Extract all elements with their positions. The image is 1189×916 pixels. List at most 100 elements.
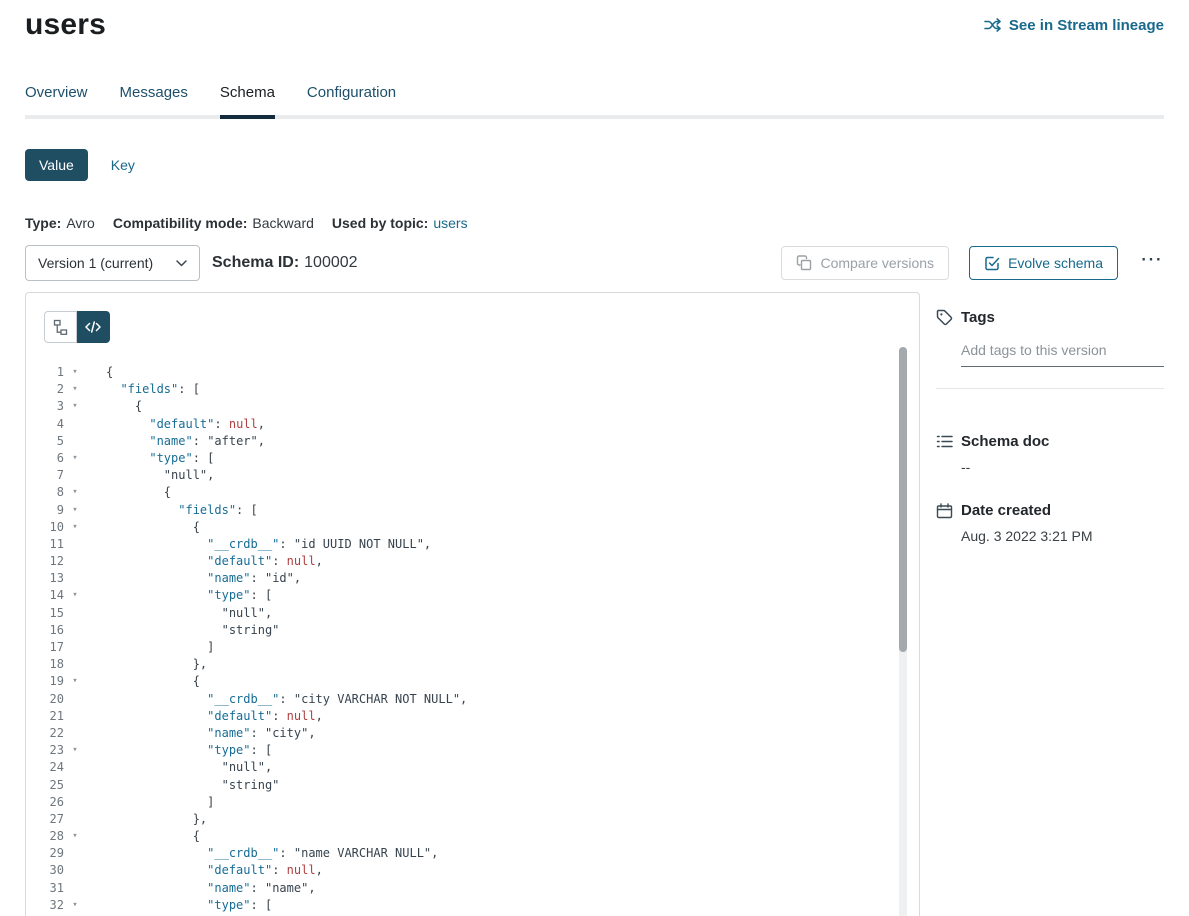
code-line: 25 "string" (44, 777, 919, 794)
tags-section-heading: Tags (936, 309, 1164, 326)
value-key-toggle: Value Key (25, 149, 1164, 181)
fold-gutter (64, 570, 86, 587)
line-number: 9 (44, 502, 64, 519)
code-line: 19▾ { (44, 673, 919, 690)
fold-gutter (64, 725, 86, 742)
collapse-arrow-icon[interactable]: ▾ (64, 484, 86, 501)
version-bar-left: Version 1 (current) Schema ID: 100002 (25, 245, 358, 281)
evolve-schema-icon (984, 255, 1000, 271)
code-line: 15 "null", (44, 605, 919, 622)
fold-gutter (64, 794, 86, 811)
collapse-arrow-icon[interactable]: ▾ (64, 587, 86, 604)
editor-scrollbar[interactable] (899, 347, 907, 916)
sidebar-divider (936, 388, 1164, 389)
code-view-icon (85, 320, 101, 334)
schema-code-editor[interactable]: 1▾{2▾ "fields": [3▾ {4 "default": null,5… (44, 364, 919, 914)
code-text: "name": "name", (86, 880, 316, 897)
code-text: "string" (86, 622, 279, 639)
topic-link[interactable]: users (433, 215, 467, 231)
fold-gutter (64, 777, 86, 794)
tags-title: Tags (961, 309, 995, 326)
code-line: 13 "name": "id", (44, 570, 919, 587)
page-header: users See in Stream lineage (25, 8, 1164, 42)
schema-id-label: Schema ID: (212, 254, 299, 272)
line-number: 20 (44, 691, 64, 708)
version-select[interactable]: Version 1 (current) (25, 245, 200, 281)
chevron-down-icon (176, 260, 187, 267)
line-number: 8 (44, 484, 64, 501)
line-number: 4 (44, 416, 64, 433)
line-number: 16 (44, 622, 64, 639)
tags-input[interactable] (961, 340, 1164, 367)
value-toggle-button[interactable]: Value (25, 149, 88, 181)
line-number: 15 (44, 605, 64, 622)
code-text: "default": null, (86, 553, 323, 570)
line-number: 14 (44, 587, 64, 604)
code-text: ] (86, 639, 214, 656)
fold-gutter (64, 433, 86, 450)
schema-doc-value: -- (961, 459, 1164, 475)
tree-view-button[interactable] (44, 311, 77, 343)
fold-gutter (64, 656, 86, 673)
key-toggle-button[interactable]: Key (101, 149, 145, 181)
stream-lineage-link[interactable]: See in Stream lineage (984, 17, 1164, 34)
tag-icon (936, 309, 953, 326)
collapse-arrow-icon[interactable]: ▾ (64, 381, 86, 398)
tab-bar: Overview Messages Schema Configuration (25, 84, 1164, 119)
code-line: 27 }, (44, 811, 919, 828)
code-text: "name": "city", (86, 725, 316, 742)
collapse-arrow-icon[interactable]: ▾ (64, 828, 86, 845)
code-line: 12 "default": null, (44, 553, 919, 570)
code-line: 11 "__crdb__": "id UUID NOT NULL", (44, 536, 919, 553)
calendar-icon (936, 503, 953, 519)
more-options-button[interactable]: ⋯ (1138, 248, 1164, 278)
type-label: Type: (25, 215, 61, 231)
collapse-arrow-icon[interactable]: ▾ (64, 364, 86, 381)
code-text: "__crdb__": "id UUID NOT NULL", (86, 536, 431, 553)
collapse-arrow-icon[interactable]: ▾ (64, 450, 86, 467)
line-number: 6 (44, 450, 64, 467)
tab-schema[interactable]: Schema (220, 84, 275, 115)
fold-gutter (64, 639, 86, 656)
line-number: 2 (44, 381, 64, 398)
line-number: 3 (44, 398, 64, 415)
code-line: 4 "default": null, (44, 416, 919, 433)
code-line: 17 ] (44, 639, 919, 656)
fold-gutter (64, 622, 86, 639)
code-text: }, (86, 656, 207, 673)
code-view-button[interactable] (77, 311, 110, 343)
schema-id-meta: Schema ID: 100002 (212, 254, 358, 272)
collapse-arrow-icon[interactable]: ▾ (64, 673, 86, 690)
code-line: 9▾ "fields": [ (44, 502, 919, 519)
code-text: "type": [ (86, 897, 272, 914)
tab-messages[interactable]: Messages (120, 84, 188, 115)
evolve-schema-button[interactable]: Evolve schema (969, 246, 1118, 280)
type-meta: Type: Avro (25, 215, 95, 231)
fold-gutter (64, 691, 86, 708)
code-line: 6▾ "type": [ (44, 450, 919, 467)
code-line: 31 "name": "name", (44, 880, 919, 897)
tab-overview[interactable]: Overview (25, 84, 88, 115)
collapse-arrow-icon[interactable]: ▾ (64, 398, 86, 415)
line-number: 28 (44, 828, 64, 845)
collapse-arrow-icon[interactable]: ▾ (64, 897, 86, 914)
date-created-value: Aug. 3 2022 3:21 PM (961, 528, 1164, 544)
code-line: 14▾ "type": [ (44, 587, 919, 604)
compare-versions-button[interactable]: Compare versions (781, 246, 949, 280)
tab-configuration[interactable]: Configuration (307, 84, 396, 115)
code-text: }, (86, 811, 207, 828)
collapse-arrow-icon[interactable]: ▾ (64, 742, 86, 759)
fold-gutter (64, 759, 86, 776)
compare-versions-icon (796, 255, 812, 271)
editor-scrollbar-thumb[interactable] (899, 347, 907, 652)
collapse-arrow-icon[interactable]: ▾ (64, 502, 86, 519)
code-text: "default": null, (86, 708, 323, 725)
line-number: 32 (44, 897, 64, 914)
code-text: { (86, 519, 200, 536)
code-text: "__crdb__": "city VARCHAR NOT NULL", (86, 691, 467, 708)
line-number: 27 (44, 811, 64, 828)
fold-gutter (64, 467, 86, 484)
collapse-arrow-icon[interactable]: ▾ (64, 519, 86, 536)
fold-gutter (64, 416, 86, 433)
schema-doc-title: Schema doc (961, 433, 1049, 450)
